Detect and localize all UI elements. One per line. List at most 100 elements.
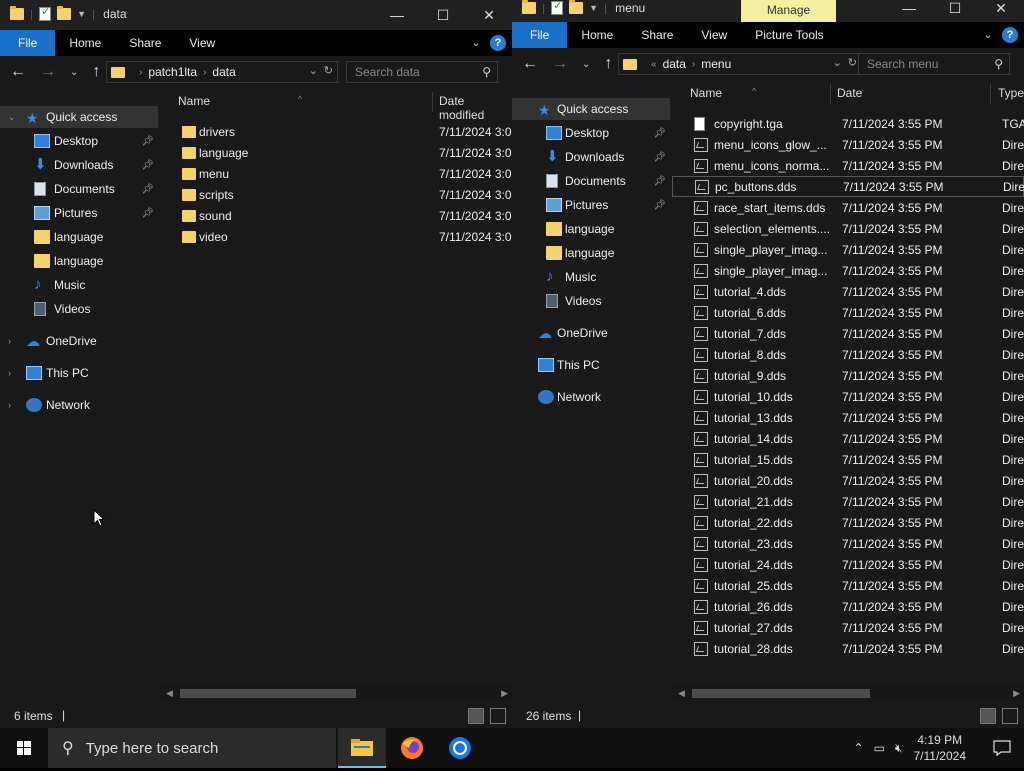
tab-view[interactable]: View (175, 30, 229, 56)
taskbar-search-input[interactable]: ⚲ Type here to search (48, 728, 336, 768)
properties-icon[interactable] (39, 5, 52, 21)
maximize-button[interactable]: ☐ (420, 0, 466, 30)
minimize-button[interactable]: — (886, 0, 932, 18)
address-dropdown-icon[interactable]: ⌄ (309, 64, 318, 77)
minimize-button[interactable]: — (374, 0, 420, 30)
tab-file[interactable]: File (512, 22, 568, 48)
search-input[interactable]: Search menu ⚲ (858, 53, 1010, 75)
scroll-left-icon[interactable]: ◀ (166, 686, 173, 700)
sidebar-item-network[interactable]: › Network (0, 394, 158, 416)
table-row[interactable]: tutorial_6.dds 7/11/2024 3:55 PM Direc (672, 302, 1024, 323)
table-row[interactable]: tutorial_26.dds 7/11/2024 3:55 PM Direc (672, 596, 1024, 617)
back-icon[interactable]: ← (522, 55, 538, 73)
table-row[interactable]: sound 7/11/2024 3:07 (160, 205, 512, 226)
sidebar-item-language[interactable]: language (512, 218, 670, 240)
column-date[interactable]: Date (837, 86, 862, 100)
scrollbar-thumb[interactable] (180, 689, 356, 698)
sidebar-item-music[interactable]: ♪ Music (0, 274, 158, 296)
table-row[interactable]: tutorial_23.dds 7/11/2024 3:55 PM Direc (672, 533, 1024, 554)
sidebar-item-documents[interactable]: Documents 📌︎ (512, 170, 670, 192)
large-icons-view-icon[interactable] (1002, 708, 1018, 724)
refresh-icon[interactable]: ↻ (848, 56, 857, 69)
tab-picture-tools[interactable]: Picture Tools (741, 22, 837, 48)
chevron-right-icon[interactable]: › (8, 368, 11, 378)
start-button[interactable] (0, 728, 48, 768)
sidebar-item-music[interactable]: ♪ Music (512, 266, 670, 288)
customize-toolbar-icon[interactable]: ▼ (589, 3, 598, 13)
maximize-button[interactable]: ☐ (932, 0, 978, 18)
sidebar-item-documents[interactable]: Documents 📌︎ (0, 178, 158, 200)
help-icon[interactable]: ? (1002, 27, 1018, 43)
clock[interactable]: 4:19 PM 7/11/2024 (914, 732, 967, 764)
sidebar-item-videos[interactable]: Videos (0, 298, 158, 320)
table-row[interactable]: tutorial_4.dds 7/11/2024 3:55 PM Direc (672, 281, 1024, 302)
column-divider[interactable] (830, 84, 831, 104)
sidebar-item-downloads[interactable]: ⬇ Downloads 📌︎ (0, 154, 158, 176)
new-folder-icon[interactable] (57, 6, 72, 20)
chevron-right-icon[interactable]: › (203, 67, 206, 78)
refresh-icon[interactable]: ↻ (324, 64, 333, 77)
notifications-icon[interactable] (980, 728, 1024, 768)
breadcrumb-overflow-icon[interactable]: « (651, 59, 657, 70)
chevron-right-icon[interactable]: › (8, 336, 11, 346)
forward-icon[interactable]: → (552, 55, 568, 73)
tab-manage[interactable]: Manage (741, 0, 836, 22)
column-date-modified[interactable]: Date modified (439, 94, 512, 122)
details-view-icon[interactable] (980, 708, 996, 724)
forward-icon[interactable]: → (40, 63, 56, 81)
table-row[interactable]: pc_buttons.dds 7/11/2024 3:55 PM Direc (672, 176, 1024, 197)
chevron-right-icon[interactable]: › (139, 67, 142, 78)
table-row[interactable]: tutorial_27.dds 7/11/2024 3:55 PM Direc (672, 617, 1024, 638)
tab-share[interactable]: Share (627, 22, 687, 48)
tab-share[interactable]: Share (115, 30, 175, 56)
table-row[interactable]: single_player_imag... 7/11/2024 3:55 PM Di… (672, 260, 1024, 281)
volume-muted-icon[interactable]: 🔇︎ (895, 741, 903, 756)
table-row[interactable]: language 7/11/2024 3:07 (160, 142, 512, 163)
table-row[interactable]: tutorial_25.dds 7/11/2024 3:55 PM Direc (672, 575, 1024, 596)
table-row[interactable]: tutorial_14.dds 7/11/2024 3:55 PM Direc (672, 428, 1024, 449)
table-row[interactable]: tutorial_15.dds 7/11/2024 3:55 PM Direc (672, 449, 1024, 470)
breadcrumb-patch1lta[interactable]: patch1lta (148, 65, 197, 79)
sidebar-item-pictures[interactable]: Pictures 📌︎ (512, 194, 670, 216)
table-row[interactable]: menu_icons_norma... 7/11/2024 3:55 PM Dire… (672, 155, 1024, 176)
tab-file[interactable]: File (0, 30, 56, 56)
up-icon[interactable]: ↑ (92, 63, 100, 81)
column-name[interactable]: Name (690, 86, 722, 100)
sidebar-item-downloads[interactable]: ⬇ Downloads 📌︎ (512, 146, 670, 168)
sidebar-item-quick-access[interactable]: ⌄ ★ Quick access (0, 106, 158, 128)
sidebar-item-network[interactable]: Network (512, 386, 670, 408)
chevron-right-icon[interactable]: › (692, 59, 695, 70)
table-row[interactable]: tutorial_9.dds 7/11/2024 3:55 PM Direc (672, 365, 1024, 386)
table-row[interactable]: tutorial_10.dds 7/11/2024 3:55 PM Direc (672, 386, 1024, 407)
show-hidden-icons-icon[interactable]: ⌃ (854, 741, 864, 755)
sidebar-item-videos[interactable]: Videos (512, 290, 670, 312)
sidebar-item-this-pc[interactable]: › This PC (0, 362, 158, 384)
chevron-right-icon[interactable]: › (8, 400, 11, 410)
recent-locations-icon[interactable]: ⌄ (70, 67, 78, 78)
chrome-icon[interactable] (436, 728, 484, 768)
sidebar-item-language[interactable]: language (512, 242, 670, 264)
table-row[interactable]: tutorial_22.dds 7/11/2024 3:55 PM Direc (672, 512, 1024, 533)
sidebar-item-onedrive[interactable]: ☁ OneDrive (512, 322, 670, 344)
scroll-left-icon[interactable]: ◀ (678, 686, 685, 700)
title-bar[interactable]: | ▼ | menu Manage — ☐ ✕ (512, 0, 1024, 22)
table-row[interactable]: selection_elements.... 7/11/2024 3:55 PM D… (672, 218, 1024, 239)
column-name[interactable]: Name (178, 94, 210, 108)
back-icon[interactable]: ← (10, 63, 26, 81)
sidebar-item-desktop[interactable]: Desktop 📌︎ (0, 130, 158, 152)
sidebar-item-language[interactable]: language (0, 250, 158, 272)
title-bar[interactable]: | ▼ | data — ☐ ✕ (0, 0, 512, 30)
sidebar-item-onedrive[interactable]: › ☁ OneDrive (0, 330, 158, 352)
details-view-icon[interactable] (468, 708, 484, 724)
scrollbar-thumb[interactable] (692, 689, 870, 698)
tab-home[interactable]: Home (567, 22, 627, 48)
breadcrumb-data[interactable]: data (212, 65, 235, 79)
firefox-icon[interactable] (388, 728, 436, 768)
sidebar-item-desktop[interactable]: Desktop 📌︎ (512, 122, 670, 144)
sidebar-item-pictures[interactable]: Pictures 📌︎ (0, 202, 158, 224)
file-explorer-icon[interactable] (338, 728, 386, 768)
sidebar-item-this-pc[interactable]: This PC (512, 354, 670, 376)
table-row[interactable]: video 7/11/2024 3:07 (160, 226, 512, 247)
horizontal-scrollbar[interactable]: ◀ ▶ (672, 686, 1024, 700)
address-field[interactable]: › patch1lta › data ⌄ ↻ (106, 61, 338, 83)
